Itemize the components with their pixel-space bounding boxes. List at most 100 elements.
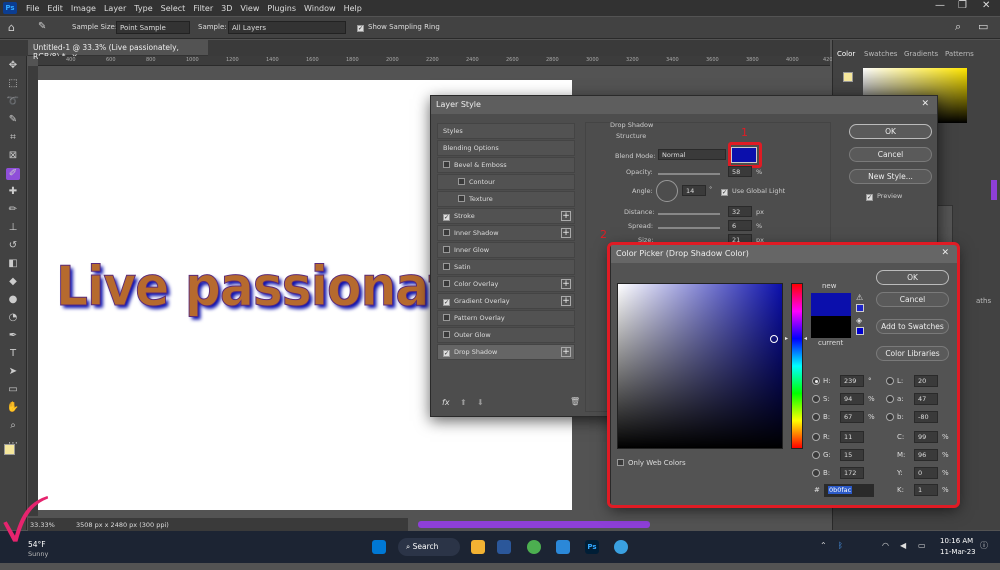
crop-tool-icon[interactable]: ⌗ [6, 132, 20, 144]
brush-tool-icon[interactable]: ✏ [6, 204, 20, 216]
close-icon[interactable]: ✕ [982, 0, 990, 11]
healing-brush-icon[interactable]: ✚ [6, 186, 20, 198]
menu-view[interactable]: View [236, 4, 263, 13]
wifi-icon[interactable]: ◠ [882, 541, 889, 550]
layer-style-item[interactable]: Contour [437, 174, 575, 190]
gamut-swatch[interactable] [856, 304, 864, 312]
tray-chevron-icon[interactable]: ⌃ [820, 541, 827, 550]
move-up-icon[interactable]: ⬆ [460, 398, 467, 407]
add-to-swatches-button[interactable]: Add to Swatches [876, 319, 949, 334]
panel-scrollbar[interactable] [991, 180, 997, 200]
style-checkbox[interactable]: ✓ [443, 214, 450, 221]
weather-widget[interactable]: 54°F Sunny ꪜ [2, 509, 66, 559]
tab-gradients[interactable]: Gradients [904, 50, 938, 58]
saturation-brightness-field[interactable] [617, 283, 783, 449]
color-value-input[interactable]: 47 [914, 393, 938, 405]
taskbar-search[interactable]: ⌕ Search [398, 538, 460, 556]
color-value-input[interactable]: 99 [914, 431, 938, 443]
add-effect-icon[interactable]: + [561, 211, 571, 221]
battery-icon[interactable]: ▭ [918, 541, 926, 550]
web-safe-swatch[interactable] [856, 327, 864, 335]
dodge-tool-icon[interactable]: ◔ [6, 312, 20, 324]
workspace-icon[interactable]: ▭ [978, 20, 988, 33]
file-explorer-icon[interactable] [471, 540, 485, 554]
color-selector-ring[interactable] [770, 335, 778, 343]
panel-foreground-swatch[interactable] [843, 72, 853, 82]
maximize-icon[interactable]: ❐ [958, 0, 967, 11]
lasso-tool-icon[interactable]: ➰ [6, 96, 20, 108]
web-safe-warning-icon[interactable]: ◈ [856, 316, 862, 325]
paths-tab-partial[interactable]: aths [976, 297, 991, 305]
document-tab[interactable]: Untitled-1 @ 33.3% (Live passionately, R… [28, 40, 208, 61]
move-down-icon[interactable]: ⬇ [477, 398, 484, 407]
style-checkbox[interactable] [443, 331, 450, 338]
add-effect-icon[interactable]: + [561, 279, 571, 289]
layer-style-item[interactable]: Styles [437, 123, 575, 139]
menu-help[interactable]: Help [340, 4, 366, 13]
color-picker-cancel-button[interactable]: Cancel [876, 292, 949, 307]
chrome-icon[interactable] [527, 540, 541, 554]
style-checkbox[interactable] [443, 161, 450, 168]
style-checkbox[interactable] [458, 178, 465, 185]
current-color-preview[interactable] [811, 316, 851, 338]
show-ring-checkbox[interactable]: ✓ Show Sampling Ring [357, 23, 440, 32]
layer-style-item[interactable]: Bevel & Emboss [437, 157, 575, 173]
color-mode-radio[interactable] [812, 413, 820, 421]
bluetooth-icon[interactable]: ᛒ [838, 541, 843, 550]
tab-patterns[interactable]: Patterns [945, 50, 974, 58]
style-checkbox[interactable] [443, 280, 450, 287]
spread-input[interactable]: 6 [728, 220, 752, 231]
color-value-input[interactable]: 94 [840, 393, 864, 405]
layer-style-item[interactable]: ✓ Gradient Overlay + [437, 293, 575, 309]
move-tool-icon[interactable]: ✥ [6, 60, 20, 72]
hue-slider[interactable] [791, 283, 803, 449]
color-value-input[interactable]: 239 [840, 375, 864, 387]
layer-style-item[interactable]: ✓ Drop Shadow + [437, 344, 575, 360]
layer-style-item[interactable]: ✓ Stroke + [437, 208, 575, 224]
clone-stamp-icon[interactable]: ⊥ [6, 222, 20, 234]
menu-filter[interactable]: Filter [189, 4, 217, 13]
color-mode-radio[interactable] [812, 433, 820, 441]
only-web-colors-checkbox[interactable]: Only Web Colors [617, 459, 686, 467]
color-value-input[interactable]: 15 [840, 449, 864, 461]
distance-slider[interactable] [658, 213, 720, 215]
color-value-input[interactable]: 172 [840, 467, 864, 479]
color-mode-radio[interactable] [812, 377, 820, 385]
menu-image[interactable]: Image [67, 4, 100, 13]
menu-3d[interactable]: 3D [217, 4, 236, 13]
color-value-input[interactable]: 0 [914, 467, 938, 479]
layer-style-item[interactable]: Inner Shadow + [437, 225, 575, 241]
search-icon[interactable]: ⌕ [955, 20, 961, 34]
spread-slider[interactable] [658, 227, 720, 229]
clock-date[interactable]: 11-Mar-23 [940, 548, 976, 556]
layer-style-item[interactable]: Satin [437, 259, 575, 275]
color-mode-radio[interactable] [812, 451, 820, 459]
quick-select-tool-icon[interactable]: ✎ [6, 114, 20, 126]
hand-tool-icon[interactable]: ✋ [6, 402, 20, 414]
style-checkbox[interactable]: ✓ [443, 299, 450, 306]
angle-input[interactable]: 14 [682, 185, 706, 196]
color-mode-radio[interactable] [886, 377, 894, 385]
layer-style-item[interactable]: Texture [437, 191, 575, 207]
color-value-input[interactable]: 96 [914, 449, 938, 461]
color-mode-radio[interactable] [812, 395, 820, 403]
path-select-icon[interactable]: ➤ [6, 366, 20, 378]
color-value-input[interactable]: 67 [840, 411, 864, 423]
menu-layer[interactable]: Layer [100, 4, 130, 13]
global-light-checkbox[interactable]: ✓ Use Global Light [721, 187, 785, 196]
layer-style-item[interactable]: Blending Options [437, 140, 575, 156]
fx-icon[interactable]: fx [442, 398, 450, 407]
style-checkbox[interactable] [443, 263, 450, 270]
notepad-icon[interactable] [556, 540, 570, 554]
blend-mode-select[interactable]: Normal [658, 149, 726, 160]
paint-bucket-icon[interactable]: ◆ [6, 276, 20, 288]
color-value-input[interactable]: 1 [914, 484, 938, 496]
new-style-button[interactable]: New Style... [849, 169, 932, 184]
out-of-gamut-warning-icon[interactable]: ⚠ [856, 293, 863, 302]
menu-select[interactable]: Select [157, 4, 190, 13]
add-effect-icon[interactable]: + [561, 296, 571, 306]
eyedropper-icon[interactable]: ✎ [38, 21, 46, 32]
pen-tool-icon[interactable]: ✒ [6, 330, 20, 342]
windows-start-icon[interactable] [372, 540, 386, 554]
frame-tool-icon[interactable]: ⊠ [6, 150, 20, 162]
